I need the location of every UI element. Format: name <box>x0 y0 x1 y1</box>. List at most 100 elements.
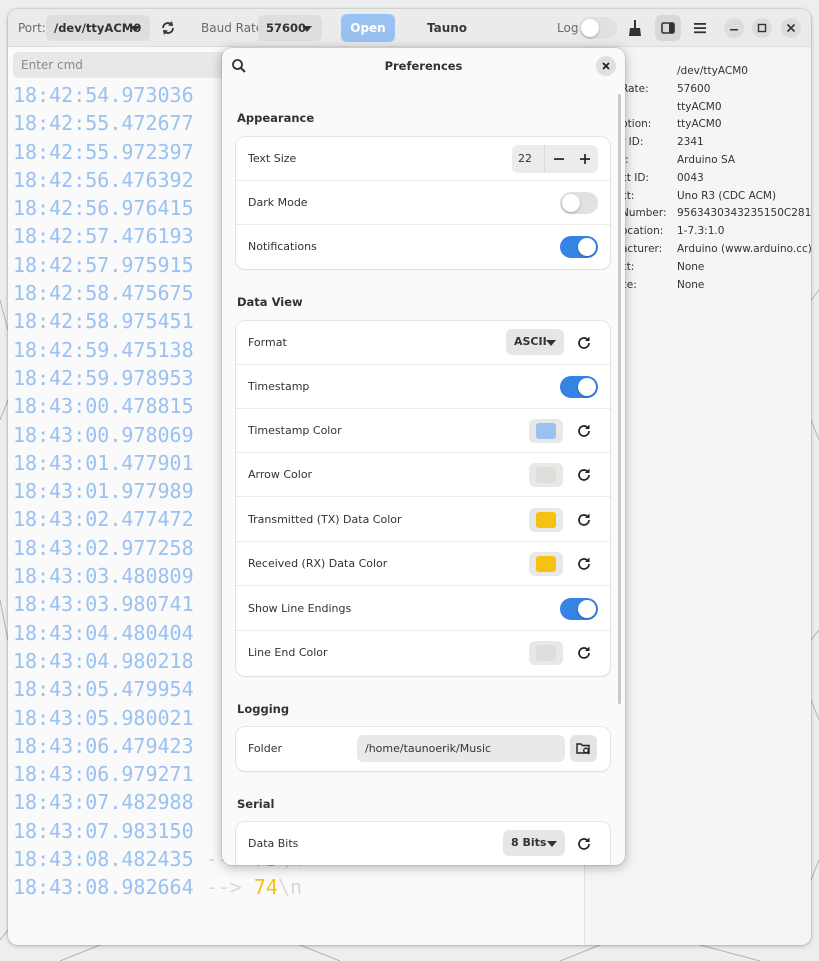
reset-icon[interactable] <box>574 333 594 353</box>
dark-mode-switch[interactable] <box>560 192 598 214</box>
broom-icon <box>629 20 641 36</box>
arrow-color-row: Arrow Color <box>236 453 610 497</box>
terminal-timestamp: 18:43:03.480809 <box>13 564 194 589</box>
timestamp-label: Timestamp <box>248 380 310 393</box>
reset-icon[interactable] <box>574 465 594 485</box>
spin-divider <box>544 145 545 173</box>
format-label: Format <box>248 336 287 349</box>
format-dropdown[interactable]: ASCII <box>506 329 564 355</box>
chevron-down-icon <box>546 340 556 346</box>
sidebar-toggle-button[interactable] <box>655 15 681 41</box>
terminal-timestamp: 18:43:05.980021 <box>13 705 194 730</box>
terminal-timestamp: 18:43:06.479423 <box>13 733 194 758</box>
appearance-section-title: Appearance <box>237 111 315 125</box>
rx-color-button[interactable] <box>529 552 563 576</box>
device-info-key: acturer: <box>621 243 663 255</box>
baud-value: 57600 <box>266 21 307 35</box>
line-end-color-button[interactable] <box>529 641 563 665</box>
reset-icon[interactable] <box>574 643 594 663</box>
terminal-line-ending: \n <box>277 875 303 900</box>
terminal-timestamp: 18:43:01.977989 <box>13 479 194 504</box>
terminal-line: 18:43:08.982664 --> 74\n <box>13 873 584 901</box>
dark-mode-row: Dark Mode <box>236 181 610 225</box>
tx-color-fill <box>536 512 556 528</box>
notifications-switch[interactable] <box>560 236 598 258</box>
device-info-value: 9563430343235150C281 <box>677 207 811 220</box>
device-info-key: ocation: <box>621 225 664 238</box>
log-switch[interactable] <box>579 17 617 39</box>
rx-color-label: Received (RX) Data Color <box>248 557 388 570</box>
arrow-color-button[interactable] <box>529 463 563 487</box>
timestamp-row: Timestamp <box>236 365 610 409</box>
rx-color-row: Received (RX) Data Color <box>236 542 610 586</box>
terminal-timestamp: 18:43:02.477472 <box>13 507 194 532</box>
tx-color-button[interactable] <box>529 508 563 532</box>
terminal-timestamp: 18:42:58.975451 <box>13 309 194 334</box>
reset-icon[interactable] <box>574 554 594 574</box>
folder-path-field[interactable]: /home/taunoerik/Music <box>357 735 565 762</box>
choose-folder-button[interactable] <box>570 735 597 762</box>
preferences-scrollbar[interactable] <box>618 94 621 704</box>
device-info-value: 1-7.3:1.0 <box>677 225 725 238</box>
plus-icon[interactable] <box>575 149 595 169</box>
switch-knob <box>578 600 596 618</box>
device-info-value: ttyACM0 <box>677 100 722 113</box>
device-info-value: 57600 <box>677 82 711 95</box>
dark-mode-label: Dark Mode <box>248 196 308 209</box>
refresh-button[interactable] <box>155 15 181 41</box>
terminal-arrow: --> <box>193 875 254 900</box>
terminal-timestamp: 18:42:57.476193 <box>13 224 194 249</box>
device-info-value: 2341 <box>677 136 704 149</box>
refresh-icon <box>162 21 174 35</box>
close-window-button[interactable] <box>781 18 801 38</box>
text-size-label: Text Size <box>248 152 297 165</box>
timestamp-color-button[interactable] <box>529 419 563 443</box>
reset-icon[interactable] <box>574 510 594 530</box>
line-endings-switch[interactable] <box>560 598 598 620</box>
header-bar: Port: /dev/ttyACM0 Baud Rate: 57600 Open… <box>8 9 811 63</box>
reset-icon[interactable] <box>574 421 594 441</box>
monitor-title-button[interactable]: Tauno Monitor <box>402 14 492 63</box>
arrow-color-label: Arrow Color <box>248 468 313 481</box>
terminal-timestamp: 18:43:04.480404 <box>13 620 194 645</box>
text-size-spinbutton[interactable]: 22 <box>512 145 598 173</box>
preferences-dialog: Preferences Appearance Text Size 22 Dark… <box>222 48 625 865</box>
terminal-value: 74 <box>253 875 278 900</box>
text-size-value[interactable]: 22 <box>518 152 532 165</box>
clear-button[interactable] <box>622 15 648 41</box>
terminal-timestamp: 18:42:54.973036 <box>13 83 194 107</box>
timestamp-color-row: Timestamp Color <box>236 409 610 453</box>
timestamp-switch[interactable] <box>560 376 598 398</box>
terminal-timestamp: 18:43:04.980218 <box>13 648 194 673</box>
data-bits-value: 8 Bits <box>511 836 547 849</box>
terminal-timestamp: 18:43:08.982664 <box>13 875 194 900</box>
port-label: Port: <box>18 21 46 35</box>
data-bits-row: Data Bits 8 Bits <box>236 822 610 865</box>
open-button[interactable]: Open <box>341 14 395 42</box>
notifications-label: Notifications <box>248 240 317 253</box>
minus-icon[interactable] <box>549 149 569 169</box>
device-info-value: /dev/ttyACM0 <box>677 65 748 77</box>
logging-section-title: Logging <box>237 702 290 716</box>
terminal-timestamp: 18:42:56.976415 <box>13 196 194 221</box>
command-input[interactable]: Enter cmd <box>13 52 248 78</box>
reset-icon[interactable] <box>574 834 594 854</box>
maximize-button[interactable] <box>752 18 772 38</box>
folder-search-icon <box>576 743 590 755</box>
port-dropdown[interactable]: /dev/ttyACM0 <box>46 15 150 41</box>
terminal-timestamp: 18:43:07.482988 <box>13 790 194 815</box>
terminal-timestamp: 18:43:00.978069 <box>13 422 194 447</box>
baud-dropdown[interactable]: 57600 <box>258 15 322 41</box>
minimize-button[interactable] <box>724 18 744 38</box>
device-info-value: ttyACM0 <box>677 118 722 131</box>
device-info-key: Number: <box>621 207 667 220</box>
terminal-timestamp: 18:42:55.972397 <box>13 139 194 164</box>
data-bits-dropdown[interactable]: 8 Bits <box>503 830 565 856</box>
terminal-timestamp: 18:42:59.475138 <box>13 337 194 362</box>
serial-card: Data Bits 8 Bits <box>236 822 610 865</box>
maximize-icon <box>757 23 767 33</box>
close-preferences-button[interactable] <box>596 56 616 76</box>
switch-knob <box>578 238 596 256</box>
menu-button[interactable] <box>687 15 713 41</box>
tx-color-label: Transmitted (TX) Data Color <box>248 513 402 526</box>
